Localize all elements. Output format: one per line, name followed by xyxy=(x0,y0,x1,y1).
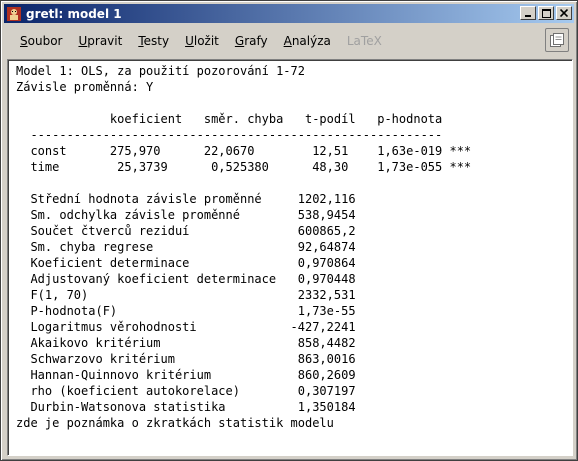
output-line: P-hodnota(F) 1,73e-55 xyxy=(16,304,356,318)
output-line: koeficient směr. chyba t-podíl p-hodnota xyxy=(16,112,443,126)
output-line: Schwarzovo kritérium 863,0016 xyxy=(16,352,356,366)
menu-analyza[interactable]: Analýza xyxy=(284,34,331,48)
output-line: F(1, 70) 2332,531 xyxy=(16,288,356,302)
minimize-icon xyxy=(525,15,531,17)
output-line: rho (koeficient autokorelace) 0,307197 xyxy=(16,384,356,398)
menu-bar: Soubor Upravit Testy Uložit Grafy Analýz… xyxy=(4,26,574,56)
model-output-text: Model 1: OLS, za použití pozorování 1-72… xyxy=(8,60,572,431)
title-bar[interactable]: gretl: model 1 xyxy=(4,4,574,23)
menu-upravit[interactable]: Upravit xyxy=(78,34,122,48)
output-line: time 25,3739 0,525380 48,30 1,73e-055 **… xyxy=(16,160,472,174)
output-line: const 275,970 22,0670 12,51 1,63e-019 **… xyxy=(16,144,472,158)
output-line: Akaikovo kritérium 858,4482 xyxy=(16,336,356,350)
output-line: Logaritmus věrohodnosti -427,2241 xyxy=(16,320,356,334)
maximize-button[interactable] xyxy=(538,6,554,20)
output-line: Koeficient determinace 0,970864 xyxy=(16,256,356,270)
close-button[interactable] xyxy=(556,6,572,20)
output-line: Součet čtverců reziduí 600865,2 xyxy=(16,224,356,238)
minimize-button[interactable] xyxy=(520,6,536,20)
output-line: Střední hodnota závisle proměnné 1202,11… xyxy=(16,192,356,206)
copy-icon xyxy=(550,33,564,47)
model-window: gretl: model 1 Soubor Upravit Testy Ulož… xyxy=(0,0,578,461)
output-line: Adjustovaný koeficient determinace 0,970… xyxy=(16,272,356,286)
output-line: zde je poznámka o zkratkách statistik mo… xyxy=(16,416,334,430)
output-line: Hannan-Quinnovo kritérium 860,2609 xyxy=(16,368,356,382)
output-line: Sm. odchylka závisle proměnné 538,9454 xyxy=(16,208,356,222)
menu-testy[interactable]: Testy xyxy=(138,34,169,48)
output-line: Durbin-Watsonova statistika 1,350184 xyxy=(16,400,356,414)
copy-button[interactable] xyxy=(545,28,569,52)
output-line: Model 1: OLS, za použití pozorování 1-72 xyxy=(16,64,305,78)
close-icon xyxy=(560,9,568,17)
model-output-textview[interactable]: Model 1: OLS, za použití pozorování 1-72… xyxy=(7,59,573,456)
output-line: ----------------------------------------… xyxy=(16,128,443,142)
gretl-app-icon[interactable] xyxy=(6,6,22,22)
menu-ulozit[interactable]: Uložit xyxy=(185,34,219,48)
menu-latex[interactable]: LaTeX xyxy=(347,34,382,48)
output-line: Závisle proměnná: Y xyxy=(16,80,154,94)
output-line: Sm. chyba regrese 92,64874 xyxy=(16,240,356,254)
maximize-icon xyxy=(541,8,551,18)
window-title: gretl: model 1 xyxy=(26,6,122,21)
menu-grafy[interactable]: Grafy xyxy=(235,34,268,48)
menu-soubor[interactable]: Soubor xyxy=(20,34,62,48)
